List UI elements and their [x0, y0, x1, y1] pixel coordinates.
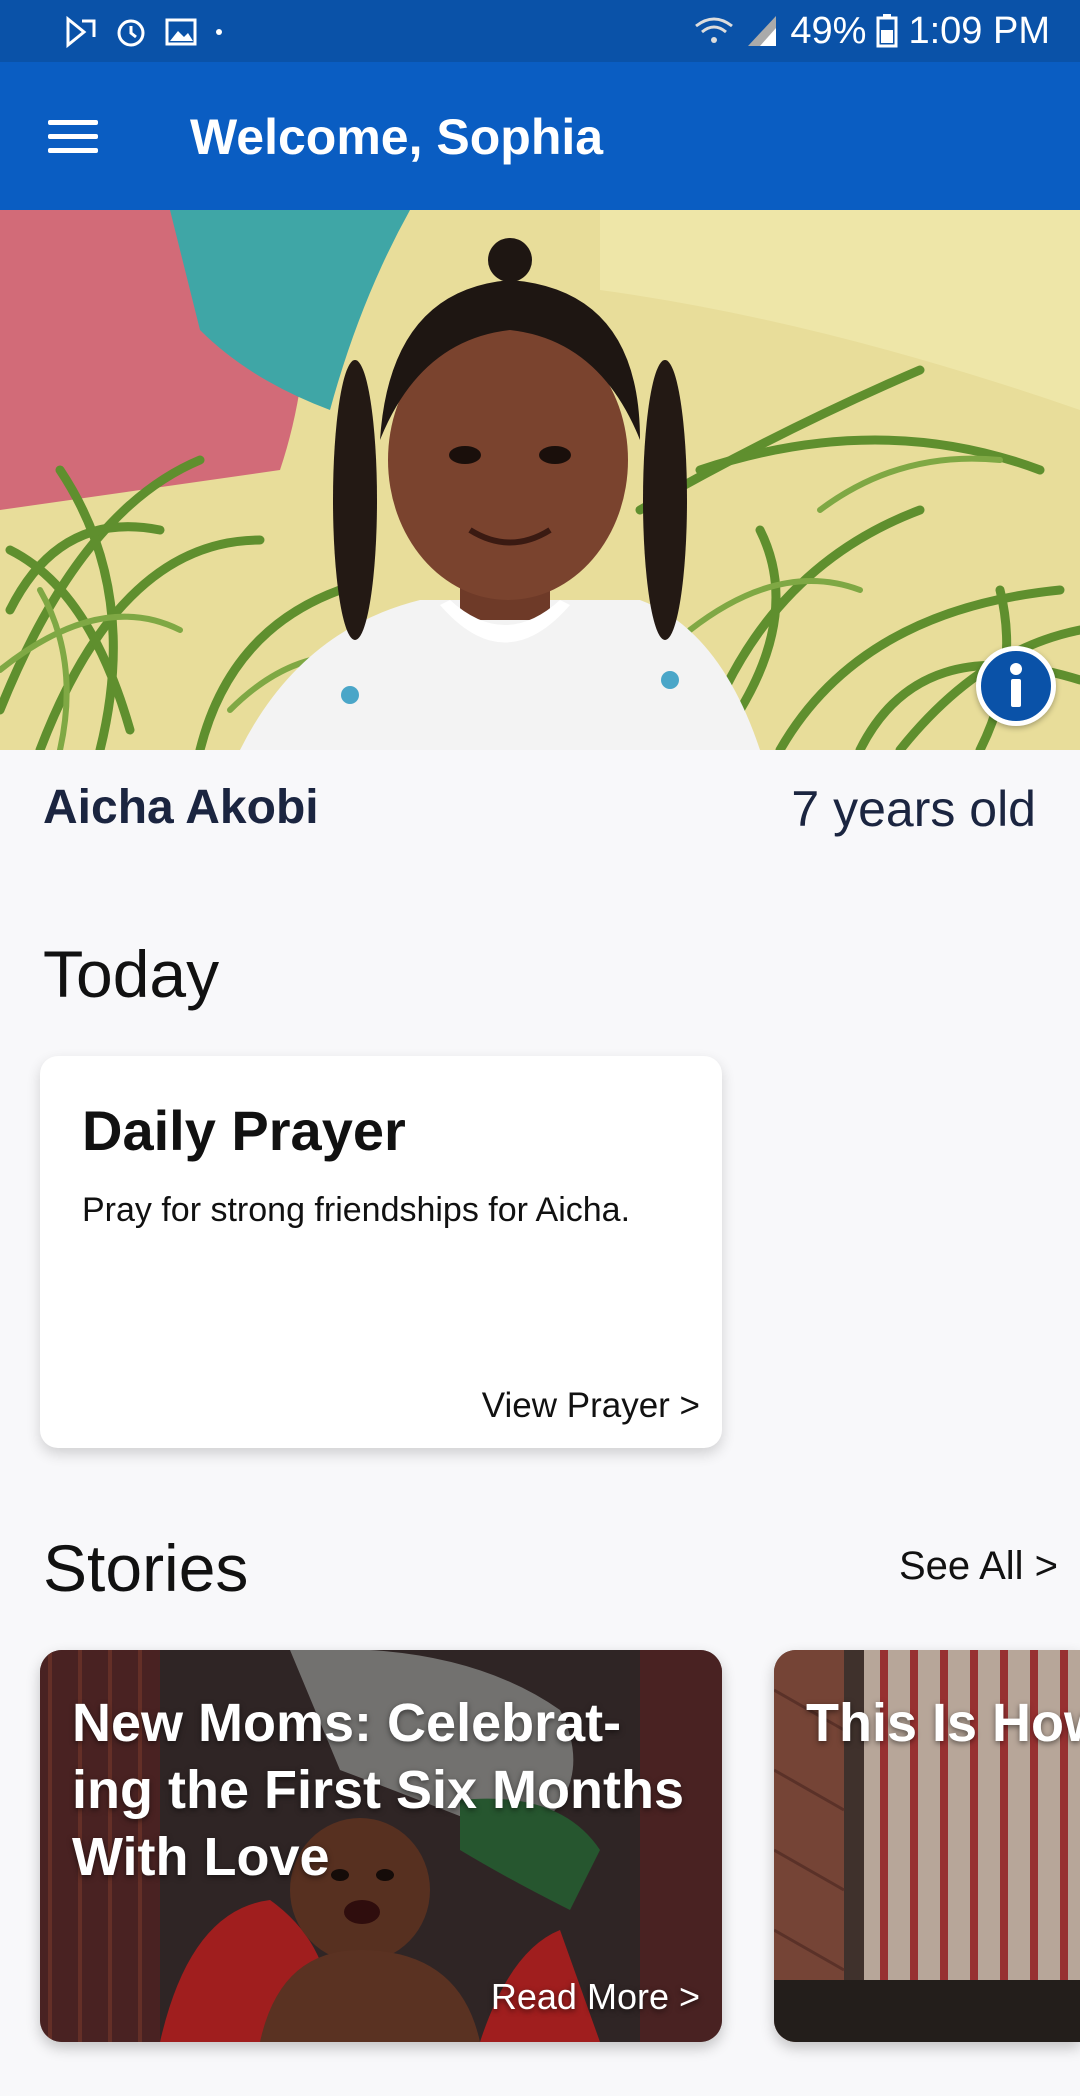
gallery-icon: [165, 18, 197, 46]
wifi-icon: [695, 17, 734, 43]
info-icon[interactable]: [976, 646, 1056, 726]
battery-icon: [876, 14, 898, 48]
story-card[interactable]: New Moms: Celebrat- ing the First Six Mo…: [40, 1650, 722, 2042]
alarm-icon: [117, 19, 145, 47]
story-title: This Is How Lives With: [806, 1693, 1080, 1753]
play-store-notification-icon: [66, 15, 96, 49]
daily-prayer-card[interactable]: Daily Prayer Pray for strong friendships…: [40, 1056, 722, 1448]
clock: 1:09 PM: [908, 9, 1050, 52]
dot-icon: [216, 29, 222, 35]
app-title: Welcome, Sophia: [190, 109, 604, 165]
read-more-link[interactable]: Read More >: [491, 1976, 700, 2018]
status-notifications: [64, 12, 224, 52]
signal-icon: [748, 16, 777, 46]
story-title: New Moms: Celebrat- ing the First Six Mo…: [72, 1693, 685, 1887]
status-system: 49% 1:09 PM: [692, 8, 1050, 54]
prayer-card-title: Daily Prayer: [82, 1099, 406, 1162]
see-all-stories-link[interactable]: See All >: [899, 1544, 1058, 1589]
child-portrait-photo[interactable]: [0, 210, 1080, 750]
hamburger-menu-icon[interactable]: [36, 100, 110, 172]
child-name: Aicha Akobi: [43, 781, 319, 834]
section-title-stories: Stories: [43, 1531, 249, 1605]
prayer-card-text: Pray for strong friendships for Aicha.: [82, 1191, 631, 1229]
info-glyph: [1010, 663, 1022, 707]
child-photo-illustration: [0, 210, 1080, 750]
child-age: 7 years old: [791, 781, 1036, 837]
section-title-today: Today: [43, 937, 220, 1011]
battery-percentage: 49%: [790, 9, 867, 52]
app-bar: Welcome, Sophia: [0, 62, 1080, 210]
story-card[interactable]: This Is How Lives With: [774, 1650, 1080, 2042]
view-prayer-link[interactable]: View Prayer >: [482, 1386, 700, 1426]
status-bar: 49% 1:09 PM: [0, 0, 1080, 62]
